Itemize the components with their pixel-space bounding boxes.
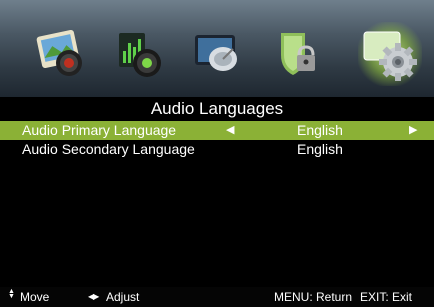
menu-row-audio-secondary-language[interactable]: Audio Secondary Language English <box>0 140 434 159</box>
hint-bar: ▲▼ Move ◀▶ Adjust MENU: Return EXIT: Exi… <box>0 287 434 307</box>
left-arrow-icon[interactable]: ◀ <box>226 121 234 140</box>
row-value: English <box>297 122 343 138</box>
sound-icon[interactable] <box>100 14 178 92</box>
setup-icon[interactable] <box>350 14 428 92</box>
hint-adjust: Adjust <box>106 290 140 304</box>
hint-menu-return: MENU: Return <box>274 290 353 304</box>
right-arrow-icon[interactable]: ▶ <box>409 121 417 140</box>
lock-icon[interactable] <box>258 14 336 92</box>
menu-icon-bar <box>0 0 434 97</box>
picture-icon[interactable] <box>22 14 100 92</box>
menu-list: Audio Primary Language ◀ English ▶ Audio… <box>0 121 434 159</box>
row-label: Audio Secondary Language <box>22 141 195 157</box>
row-label: Audio Primary Language <box>22 122 177 138</box>
left-right-arrows-icon: ◀▶ <box>88 292 99 301</box>
up-down-arrows-icon: ▲▼ <box>8 288 15 298</box>
menu-title: Audio Languages <box>150 99 284 118</box>
hint-move: Move <box>20 290 50 304</box>
hint-exit: EXIT: Exit <box>360 290 413 304</box>
row-value: English <box>297 141 343 157</box>
tv-osd-menu: Audio Languages Audio Primary Language ◀… <box>0 0 434 307</box>
menu-row-audio-primary-language[interactable]: Audio Primary Language ◀ English ▶ <box>0 121 434 140</box>
channel-icon[interactable] <box>178 14 256 92</box>
